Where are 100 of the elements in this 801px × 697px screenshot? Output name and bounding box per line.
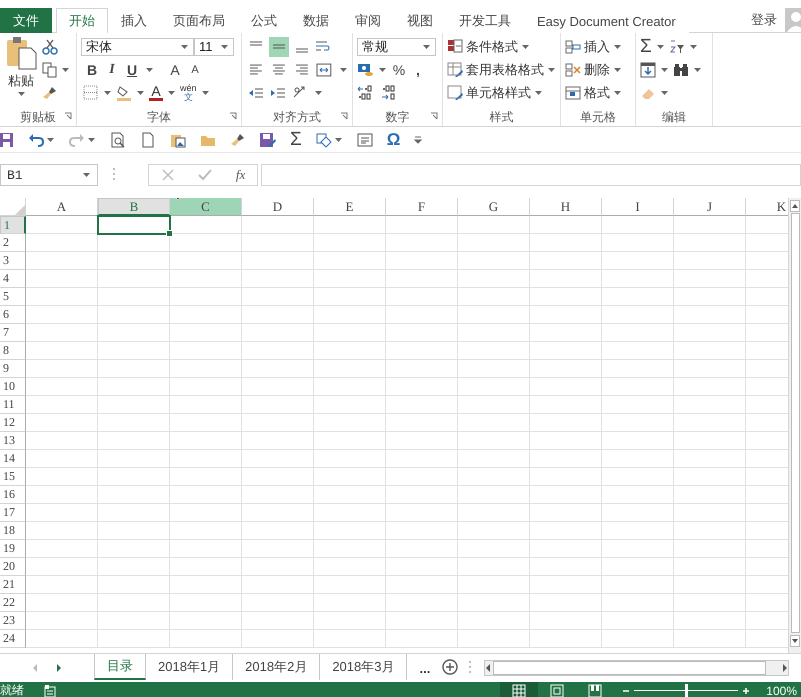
zoom-level[interactable]: 100%: [766, 684, 797, 697]
more-sheets-button[interactable]: ...: [419, 660, 430, 676]
caret-icon[interactable]: [340, 68, 348, 72]
dialog-launcher-icon[interactable]: [430, 112, 438, 120]
row-header[interactable]: 15: [0, 468, 26, 486]
row-header[interactable]: 10: [0, 378, 26, 396]
percent-button[interactable]: %: [392, 62, 406, 78]
grow-font-button[interactable]: A: [168, 62, 182, 78]
caret-icon[interactable]: [656, 44, 664, 48]
caret-icon[interactable]: [661, 90, 668, 94]
currency-icon[interactable]: [357, 62, 373, 78]
autosum-button[interactable]: Σ: [290, 128, 302, 150]
caret-icon[interactable]: [18, 92, 24, 96]
active-cell[interactable]: [97, 215, 171, 235]
undo-icon[interactable]: [28, 132, 44, 148]
brush-icon[interactable]: [230, 132, 246, 148]
symbol-button[interactable]: Ω: [386, 130, 400, 150]
dialog-launcher-icon[interactable]: [229, 112, 237, 120]
ribbon-button[interactable]: 条件格式: [466, 38, 518, 56]
insert-cells-icon[interactable]: [565, 38, 581, 54]
name-box[interactable]: B1: [0, 164, 98, 186]
row-header[interactable]: 13: [0, 432, 26, 450]
sign-in-link[interactable]: 登录: [751, 11, 777, 29]
cell-style-icon[interactable]: [447, 84, 463, 100]
center-align-icon[interactable]: [270, 62, 287, 78]
caret-icon[interactable]: [146, 68, 153, 72]
sheet-tab[interactable]: 2018年3月: [320, 654, 408, 680]
caret-icon[interactable]: [614, 90, 621, 94]
dialog-launcher-icon[interactable]: [340, 112, 348, 120]
font-color-button[interactable]: A: [149, 84, 163, 100]
caret-icon[interactable]: [379, 68, 386, 72]
ribbon-button[interactable]: 格式: [584, 84, 610, 102]
scroll-thumb[interactable]: [790, 213, 800, 633]
fill-handle[interactable]: [166, 230, 173, 237]
scroll-right-icon[interactable]: [782, 664, 788, 672]
caret-icon[interactable]: [202, 90, 209, 94]
zoom-in-icon[interactable]: [742, 686, 750, 694]
file-tab[interactable]: 文件: [0, 8, 52, 33]
font-name-select[interactable]: 宋体: [81, 38, 194, 56]
row-header[interactable]: 22: [0, 594, 26, 612]
row-header[interactable]: 5: [0, 288, 26, 306]
sort-filter-icon[interactable]: [668, 38, 685, 54]
scissors-icon[interactable]: [42, 38, 58, 54]
caret-icon[interactable]: [548, 68, 555, 72]
format-cells-icon[interactable]: [565, 84, 581, 100]
sheet-tab[interactable]: 2018年2月: [233, 654, 320, 680]
save-as-icon[interactable]: [260, 132, 276, 148]
new-page-icon[interactable]: [140, 132, 156, 148]
column-header[interactable]: H: [530, 198, 602, 216]
caret-icon[interactable]: [614, 44, 621, 48]
row-header[interactable]: 20: [0, 558, 26, 576]
caret-icon[interactable]: [690, 44, 697, 48]
ribbon-tab[interactable]: 开始: [56, 8, 108, 33]
row-header[interactable]: 19: [0, 540, 26, 558]
cell-grid[interactable]: [26, 216, 788, 648]
row-header[interactable]: 4: [0, 270, 26, 288]
caret-icon[interactable]: [62, 68, 69, 72]
caret-icon[interactable]: [661, 68, 668, 72]
caret-icon[interactable]: [535, 90, 542, 94]
autosum-button[interactable]: Σ: [640, 36, 652, 58]
row-header[interactable]: 17: [0, 504, 26, 522]
borders-icon[interactable]: [83, 84, 99, 100]
macro-record-icon[interactable]: [44, 684, 56, 697]
font-size-select[interactable]: 11: [194, 38, 234, 56]
next-sheet-icon[interactable]: [56, 664, 62, 672]
column-header[interactable]: G: [458, 198, 530, 216]
right-align-icon[interactable]: [294, 62, 310, 78]
caret-icon[interactable]: [334, 138, 342, 142]
print-preview-icon[interactable]: [110, 132, 126, 148]
phonetic-button[interactable]: wén 文: [180, 84, 197, 102]
brush-icon[interactable]: [42, 84, 58, 100]
merge-cells-icon[interactable]: [316, 62, 332, 78]
comma-button[interactable]: ,: [411, 62, 425, 78]
binoculars-icon[interactable]: [673, 62, 689, 78]
row-header[interactable]: 9: [0, 360, 26, 378]
row-header[interactable]: 14: [0, 450, 26, 468]
paste-button[interactable]: 粘贴: [4, 36, 38, 108]
formula-input[interactable]: [261, 164, 801, 186]
decrease-decimal-icon[interactable]: [381, 84, 397, 100]
column-header[interactable]: J: [674, 198, 746, 216]
conditional-format-icon[interactable]: [447, 38, 463, 54]
row-header[interactable]: 16: [0, 486, 26, 504]
column-header[interactable]: C: [170, 198, 242, 216]
save-icon[interactable]: [0, 132, 14, 148]
delete-cells-icon[interactable]: [565, 62, 581, 78]
row-header[interactable]: 3: [0, 252, 26, 270]
column-header[interactable]: F: [386, 198, 458, 216]
row-header[interactable]: 7: [0, 324, 26, 342]
scroll-down-icon[interactable]: [792, 638, 798, 644]
scroll-up-icon[interactable]: [792, 203, 798, 209]
italic-button[interactable]: I: [105, 62, 119, 78]
caret-icon[interactable]: [104, 90, 111, 94]
caret-icon[interactable]: [694, 68, 701, 72]
row-header[interactable]: 21: [0, 576, 26, 594]
sheet-tab[interactable]: 2018年1月: [146, 654, 234, 680]
underline-button[interactable]: U: [125, 62, 139, 78]
column-header[interactable]: B: [98, 198, 170, 216]
caret-icon[interactable]: [423, 44, 430, 48]
copy-icon[interactable]: [42, 62, 58, 78]
left-align-icon[interactable]: [248, 62, 264, 78]
